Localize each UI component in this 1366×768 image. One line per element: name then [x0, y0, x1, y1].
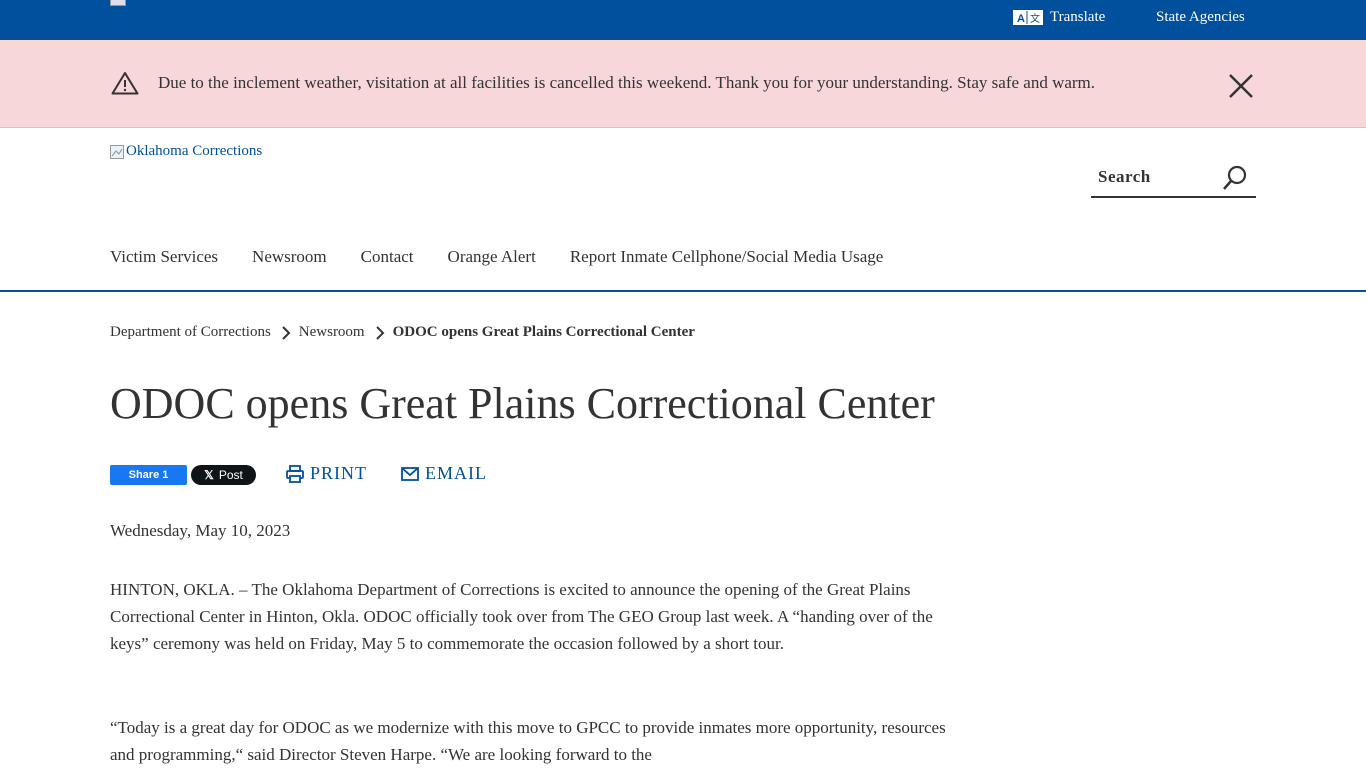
- breadcrumb-newsroom[interactable]: Newsroom: [299, 324, 365, 341]
- nav-item-orange-alert[interactable]: Orange Alert: [448, 247, 536, 267]
- x-post-button[interactable]: 𝕏 Post: [191, 465, 256, 485]
- search-icon[interactable]: [1221, 164, 1249, 192]
- alert-message: Due to the inclement weather, visitation…: [158, 73, 1096, 92]
- breadcrumb: Department of Corrections Newsroom ODOC …: [110, 324, 695, 341]
- breadcrumb-department[interactable]: Department of Corrections: [110, 324, 271, 341]
- broken-image-icon: [110, 144, 124, 159]
- nav-divider: [0, 290, 1366, 292]
- article-date: Wednesday, May 10, 2023: [110, 521, 291, 540]
- facebook-share-button[interactable]: Share 1: [110, 465, 187, 485]
- chevron-right-icon: [375, 325, 385, 340]
- breadcrumb-current: ODOC opens Great Plains Correctional Cen…: [392, 324, 695, 340]
- email-label: EMAIL: [425, 463, 487, 483]
- alert-banner: Due to the inclement weather, visitation…: [0, 40, 1366, 128]
- envelope-icon: [401, 466, 419, 481]
- article-paragraph: “Today is a great day for ODOC as we mod…: [110, 718, 946, 764]
- chevron-right-icon: [282, 325, 291, 340]
- article-paragraph: HINTON, OKLA. – The Oklahoma Department …: [110, 580, 933, 653]
- translate-icon: A 文: [1013, 10, 1043, 25]
- printer-icon: [286, 464, 304, 483]
- x-logo-icon: 𝕏: [204, 468, 214, 482]
- print-label: PRINT: [310, 463, 368, 483]
- search-box[interactable]: Search: [1091, 160, 1256, 198]
- svg-text:A: A: [1017, 13, 1025, 25]
- warning-icon: [111, 72, 139, 95]
- page-title: ODOC opens Great Plains Correctional Cen…: [110, 379, 935, 428]
- nav-item-newsroom[interactable]: Newsroom: [252, 247, 327, 267]
- search-label: Search: [1098, 167, 1151, 186]
- logo[interactable]: Oklahoma Corrections: [110, 143, 262, 160]
- translate-button[interactable]: A 文 Translate: [1013, 9, 1105, 26]
- x-post-label: Post: [218, 468, 243, 482]
- print-button[interactable]: PRINT: [286, 463, 367, 484]
- top-bar: A 文 Translate State Agencies: [0, 0, 1366, 40]
- main-nav: Victim Services Newsroom Contact Orange …: [110, 247, 917, 267]
- nav-item-report-cellphone[interactable]: Report Inmate Cellphone/Social Media Usa…: [570, 247, 883, 267]
- logo-alt-text: Oklahoma Corrections: [126, 143, 263, 159]
- svg-text:文: 文: [1030, 12, 1040, 25]
- email-button[interactable]: EMAIL: [401, 463, 487, 484]
- nav-item-victim-services[interactable]: Victim Services: [110, 247, 218, 267]
- translate-label: Translate: [1050, 9, 1106, 25]
- nav-item-contact[interactable]: Contact: [361, 247, 414, 267]
- state-agencies-link[interactable]: State Agencies: [1156, 9, 1245, 26]
- broken-image-icon: [110, 0, 126, 6]
- close-icon[interactable]: [1226, 71, 1256, 101]
